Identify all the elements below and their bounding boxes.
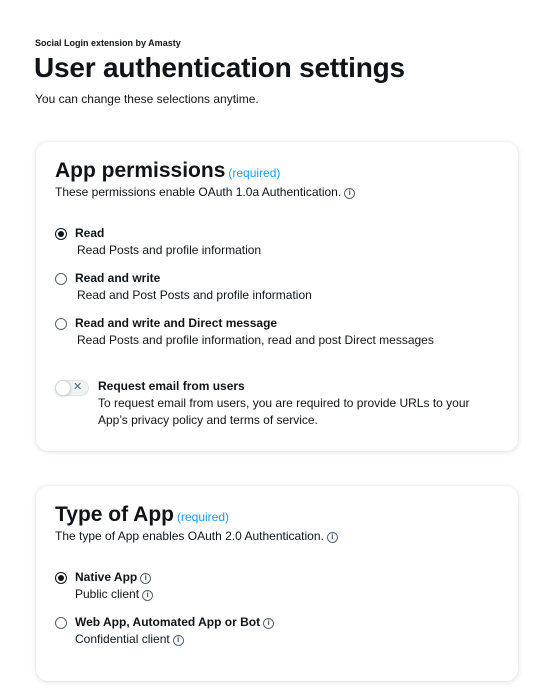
option-label-text: Web App, Automated App or Bot [75,615,261,629]
page-title: User authentication settings [34,52,405,83]
app-permissions-heading: App permissions (required) [55,159,280,183]
page-subtitle: You can change these selections anytime. [35,92,259,106]
info-icon[interactable]: i [326,532,338,543]
page: Social Login extension by Amasty User au… [0,0,557,700]
toggle-knob [55,380,71,396]
app-permissions-description: These permissions enable OAuth 1.0a Auth… [55,185,356,199]
type-of-app-card: Type of App (required) The type of App en… [36,486,518,681]
info-icon[interactable]: i [172,635,184,646]
option-description: Read Posts and profile information [77,243,262,257]
option-label-text: Native App [75,570,138,584]
request-email-toggle[interactable]: ✕ [55,380,89,396]
request-email-description: To request email from users, you are req… [98,396,470,427]
radio-button[interactable] [55,228,67,240]
option-description-text: Public client [75,587,140,601]
description-text: The type of App enables OAuth 2.0 Authen… [55,529,324,543]
info-icon[interactable]: i [142,590,154,601]
option-description: Public client i [75,587,154,601]
info-icon[interactable]: i [344,188,356,199]
option-label: Read [75,226,105,240]
x-icon: ✕ [73,380,83,393]
info-icon[interactable]: i [263,618,275,629]
radio-button[interactable] [55,273,67,285]
option-description: Confidential client i [75,632,184,646]
option-description: Read and Post Posts and profile informat… [77,288,312,302]
option-label: Native App i [75,570,152,584]
extension-byline: Social Login extension by Amasty [35,38,181,48]
type-of-app-heading: Type of App (required) [55,503,229,527]
option-description-text: Confidential client [75,632,170,646]
option-label: Read and write and Direct message [75,316,278,330]
card-title: Type of App [55,503,174,526]
required-label: (required) [177,510,230,524]
option-label: Read and write [75,271,161,285]
card-title: App permissions [55,159,226,182]
radio-button[interactable] [55,318,67,330]
app-permissions-card: App permissions (required) These permissi… [36,142,518,451]
info-icon[interactable]: i [140,573,152,584]
radio-button[interactable] [55,572,67,584]
description-text: These permissions enable OAuth 1.0a Auth… [55,185,342,199]
required-label: (required) [228,166,281,180]
radio-button[interactable] [55,617,67,629]
option-label: Web App, Automated App or Bot i [75,615,275,629]
type-of-app-description: The type of App enables OAuth 2.0 Authen… [55,529,338,543]
option-description: Read Posts and profile information, read… [77,333,434,347]
request-email-label: Request email from users [98,379,245,393]
